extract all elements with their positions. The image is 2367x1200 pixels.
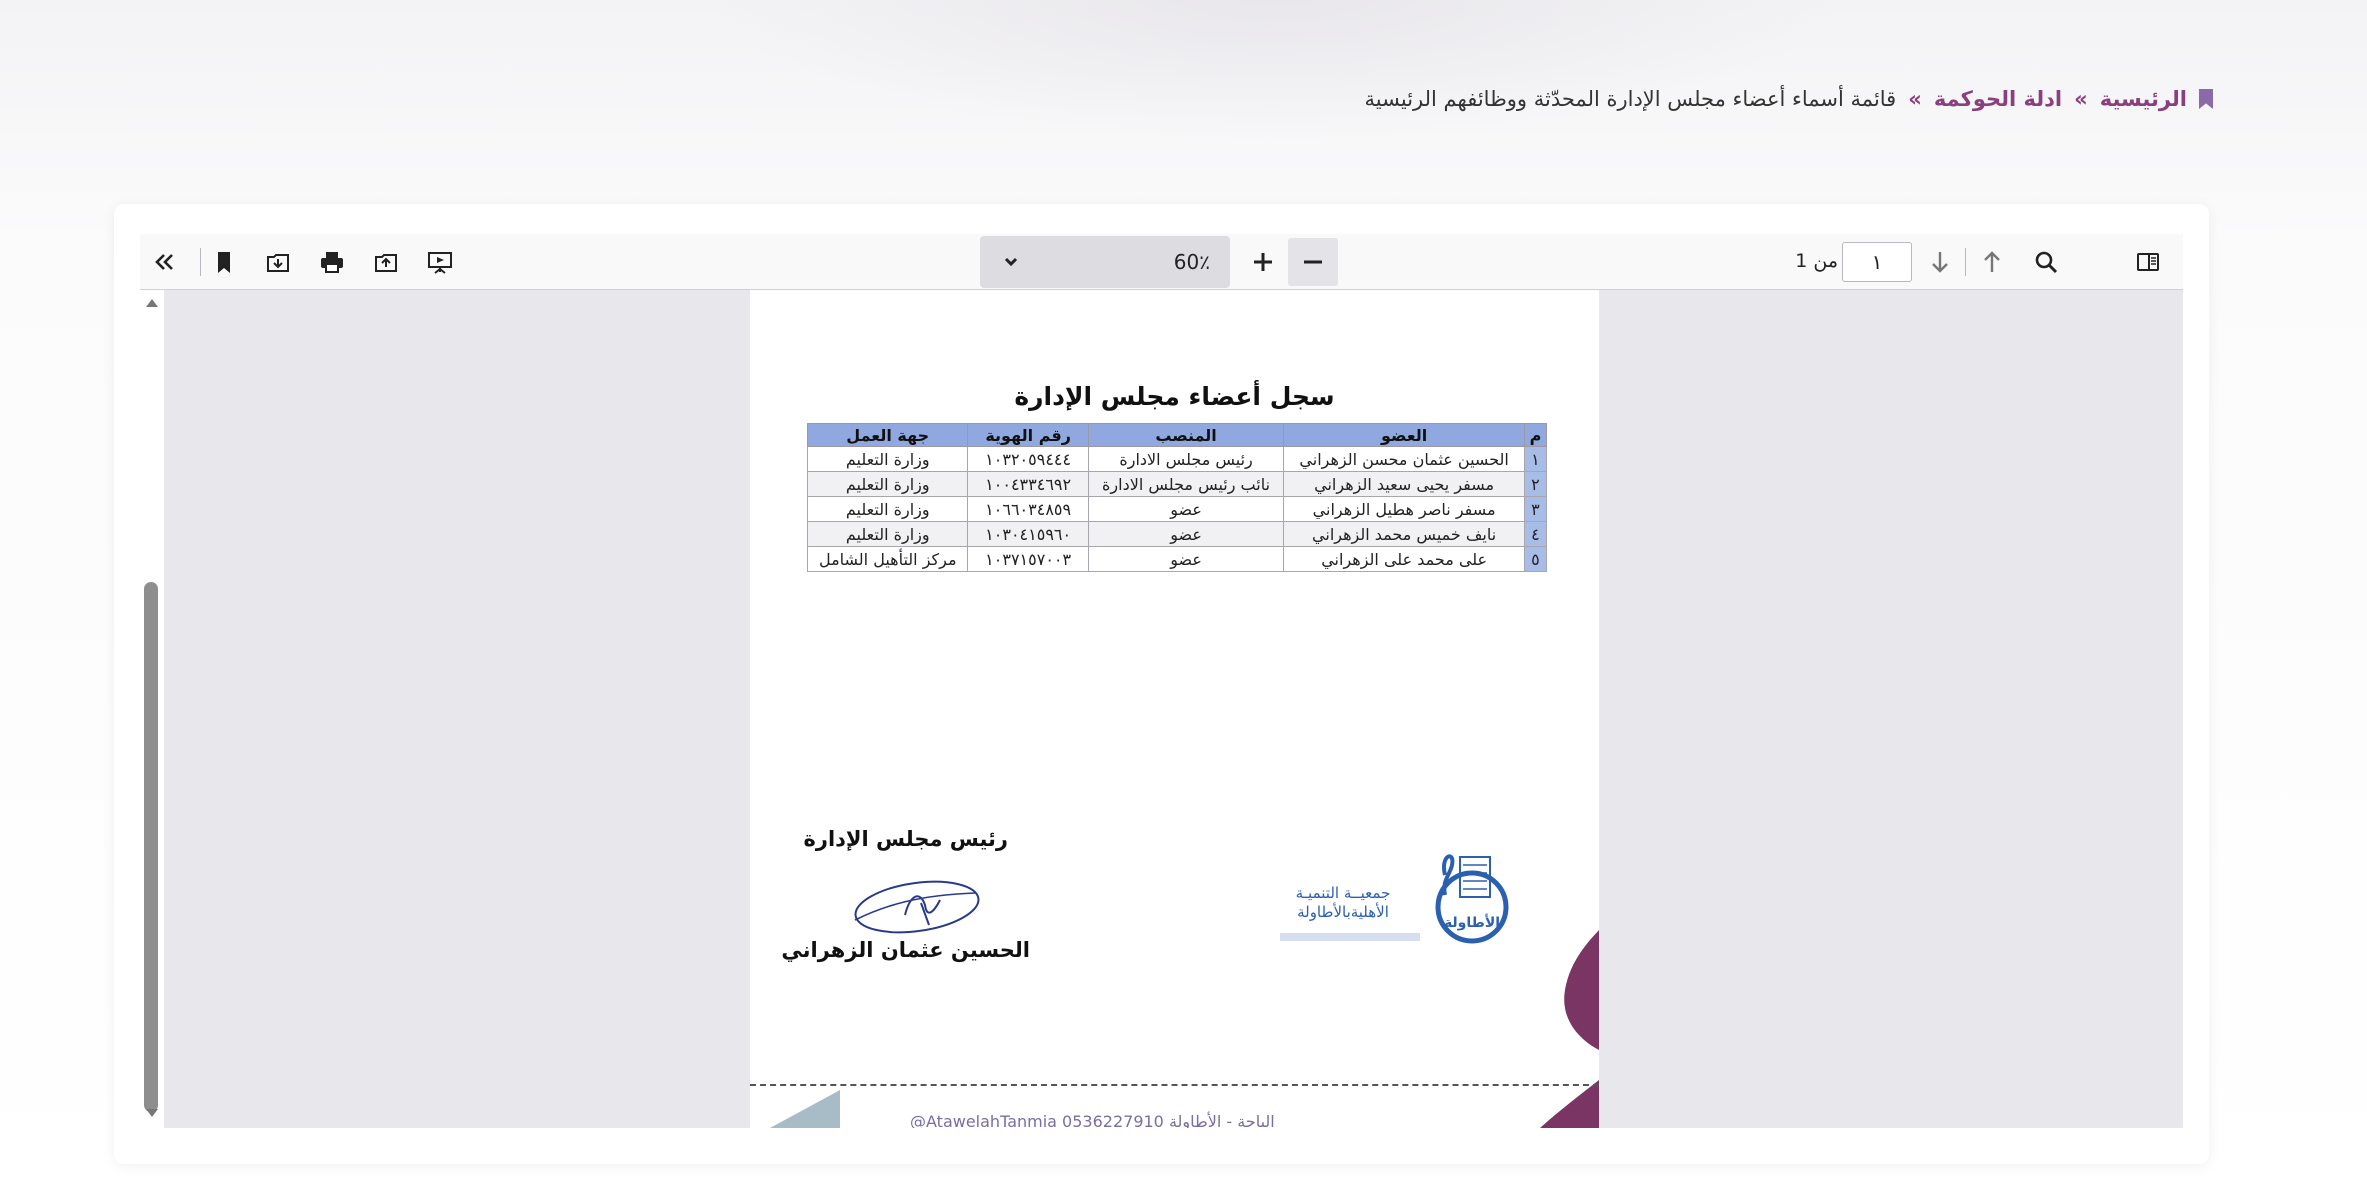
table-cell: نائب رئيس مجلس الادارة (1087, 471, 1285, 497)
column-header: جهة العمل (806, 423, 969, 447)
table-row: ٣ مسفر ناصر هطيل الزهراني عضو ١٠٦٦٠٣٤٨٥٩… (806, 496, 1548, 522)
column-header: العضو (1283, 423, 1525, 447)
table-cell: ١٠٣٢٠٥٩٤٤٤ (967, 446, 1089, 472)
save-icon[interactable] (262, 246, 294, 278)
column-header: المنصب (1087, 423, 1285, 447)
breadcrumb-separator: » (1908, 87, 1922, 111)
table-cell: رئيس مجلس الادارة (1087, 446, 1285, 472)
scroll-up-icon[interactable] (145, 296, 159, 308)
scrollbar-thumb[interactable] (144, 582, 158, 1112)
table-cell: ٥ (1523, 546, 1548, 572)
table-cell: ١٠٠٤٣٣٤٦٩٢ (967, 471, 1089, 497)
sidebar-toggle-icon[interactable] (2132, 246, 2164, 278)
bookmark-flag-icon (2199, 89, 2213, 109)
table-cell: وزارة التعليم (806, 471, 969, 497)
table-cell: ٤ (1523, 521, 1548, 547)
table-cell: مسفر ناصر هطيل الزهراني (1283, 496, 1525, 522)
svg-text:الأطاولة: الأطاولة (1444, 914, 1500, 931)
table-row: ٢ مسفر يحيى سعيد الزهراني نائب رئيس مجلس… (806, 471, 1548, 497)
table-cell: وزارة التعليم (806, 521, 969, 547)
footer-divider (750, 1084, 1599, 1086)
table-row: ٤ نايف خميس محمد الزهراني عضو ١٠٣٠٤١٥٩٦٠… (806, 521, 1548, 547)
background-decoration (700, 0, 1850, 140)
table-cell: مسفر يحيى سعيد الزهراني (1283, 471, 1525, 497)
table-cell: مركز التأهيل الشامل (806, 546, 969, 572)
collapse-sidebar-icon[interactable] (148, 246, 180, 278)
breadcrumb-section-link[interactable]: ادلة الحوكمة (1934, 87, 2062, 111)
table-cell: على محمد على الزهراني (1283, 546, 1525, 572)
breadcrumb-home-link[interactable]: الرئيسية (2100, 87, 2187, 111)
breadcrumb: الرئيسية » ادلة الحوكمة » قائمة أسماء أع… (1365, 84, 2213, 114)
decorative-shape (770, 1090, 840, 1128)
table-cell: نايف خميس محمد الزهراني (1283, 521, 1525, 547)
document-footer: @AtawelahTanmia 0536227910 الباحة - الأط… (910, 1112, 1275, 1128)
column-header: م (1523, 423, 1548, 447)
table-row: ١ الحسين عثمان محسن الزهراني رئيس مجلس ا… (806, 446, 1548, 472)
scroll-down-icon[interactable] (145, 1108, 159, 1120)
organization-name-line: الأهليةبالأطاولة (1297, 903, 1389, 921)
table-cell: وزارة التعليم (806, 496, 969, 522)
organization-name: جمعيــة التنميـة الأهليةبالأطاولة (1278, 884, 1408, 922)
open-file-icon[interactable] (370, 246, 402, 278)
scrollbar[interactable] (140, 290, 164, 1128)
pdf-toolbar: 60٪ من 1 (140, 234, 2183, 290)
table-cell: ١ (1523, 446, 1548, 472)
document-title: سجل أعضاء مجلس الإدارة (1014, 382, 1335, 411)
table-cell: ١٠٣٧١٥٧٠٠٣ (967, 546, 1089, 572)
zoom-in-icon[interactable] (1247, 246, 1279, 278)
table-cell: الحسين عثمان محسن الزهراني (1283, 446, 1525, 472)
breadcrumb-current-page: قائمة أسماء أعضاء مجلس الإدارة المحدّثة … (1364, 87, 1897, 111)
pdf-page: سجل أعضاء مجلس الإدارة م العضو المنصب رق… (750, 290, 1599, 1128)
table-cell: عضو (1087, 496, 1285, 522)
breadcrumb-separator: » (2074, 87, 2088, 111)
table-cell: وزارة التعليم (806, 446, 969, 472)
zoom-select[interactable]: 60٪ (980, 236, 1230, 288)
table-cell: ٢ (1523, 471, 1548, 497)
column-header: رقم الهوية (967, 423, 1089, 447)
signature-name: الحسين عثمان الزهراني (781, 938, 1030, 962)
table-header-row: م العضو المنصب رقم الهوية جهة العمل (806, 423, 1548, 447)
previous-page-icon[interactable] (1976, 246, 2008, 278)
zoom-value: 60٪ (1173, 250, 1210, 274)
table-cell: ١٠٣٠٤١٥٩٦٠ (967, 521, 1089, 547)
presentation-icon[interactable] (424, 246, 456, 278)
organization-name-line: جمعيــة التنميـة (1295, 884, 1391, 902)
bookmark-icon[interactable] (208, 246, 240, 278)
signature-title: رئيس مجلس الإدارة (803, 827, 1008, 851)
table-cell: ٣ (1523, 496, 1548, 522)
table-cell: عضو (1087, 546, 1285, 572)
zoom-out-icon[interactable] (1297, 246, 1329, 278)
chevron-down-icon (1004, 257, 1018, 267)
table-cell: عضو (1087, 521, 1285, 547)
print-icon[interactable] (316, 246, 348, 278)
table-cell: ١٠٦٦٠٣٤٨٥٩ (967, 496, 1089, 522)
page-count-label: من 1 (1795, 250, 1838, 272)
search-icon[interactable] (2030, 246, 2062, 278)
next-page-icon[interactable] (1924, 246, 1956, 278)
pdf-viewer: 60٪ من 1 سجل أعضاء مجلس الإدارة (140, 234, 2183, 1128)
decorative-shape (1540, 930, 1599, 1128)
table-row: ٥ على محمد على الزهراني عضو ١٠٣٧١٥٧٠٠٣ م… (806, 546, 1548, 572)
page-number-input[interactable] (1842, 242, 1912, 282)
board-members-table: م العضو المنصب رقم الهوية جهة العمل ١ ال… (806, 423, 1548, 572)
